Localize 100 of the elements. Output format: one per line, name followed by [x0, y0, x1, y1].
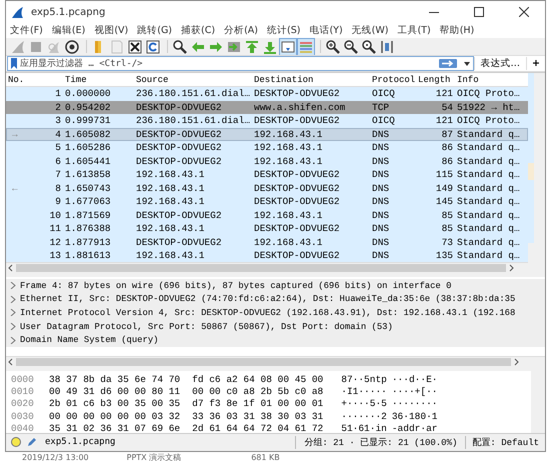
table-cell: 7	[55, 169, 61, 180]
column-header[interactable]: Destination	[252, 74, 370, 84]
menu-item[interactable]: 分析(A)	[224, 24, 258, 37]
search-icon[interactable]	[172, 38, 188, 54]
table-cell-text: DNS	[371, 156, 390, 167]
edit-icon[interactable]	[27, 437, 37, 447]
ascii-bytes: 36·180·1	[392, 410, 438, 422]
table-cell: 10	[50, 210, 61, 221]
profile-label[interactable]: 配置: Default	[465, 436, 545, 448]
column-header[interactable]: Length	[416, 74, 455, 84]
table-cell-text: OICQ Proto…	[456, 88, 521, 100]
up-arrow-icon[interactable]	[244, 38, 260, 54]
table-cell-text: 145	[434, 196, 454, 208]
horizontal-scrollbar[interactable]	[6, 356, 545, 367]
packet-row[interactable]: 3 0.999731 236.180.151.61.dial… DESKTOP-ODVUEG2 OICQ 121 OICQ Proto…	[6, 114, 528, 128]
packet-row[interactable]: 2 0.954202 DESKTOP-ODVUEG2 www.a.shifen.com TCP 54 51922 → ht…	[6, 100, 528, 114]
packet-row[interactable]: ← 8 1.650743 192.168.43.1 DESKTOP-ODVUEG2 DNS 149 Standard q…	[6, 182, 528, 195]
zoom-icon[interactable]	[361, 38, 377, 54]
column-header[interactable]: Time	[64, 74, 134, 84]
table-cell-text: DESKTOP-ODVUEG2	[253, 88, 341, 100]
colorize-icon[interactable]	[298, 38, 314, 54]
menu-item[interactable]: 编辑(E)	[52, 24, 86, 37]
table-cell-text: 1.605441	[64, 156, 112, 167]
menu-item[interactable]: 工具(T)	[397, 24, 431, 37]
ascii-bytes: 51·61·in	[341, 423, 387, 434]
packet-row[interactable]: 13 1.881613 192.168.43.1 DESKTOP-ODVUEG2 DNS 135 Standard q…	[6, 249, 528, 262]
column-header[interactable]: Protocol	[370, 74, 416, 84]
maximize-icon[interactable]	[474, 7, 484, 17]
collapsed-caret-icon[interactable]	[9, 336, 16, 344]
autoscroll-icon[interactable]	[280, 38, 296, 54]
dropdown-caret-icon[interactable]	[464, 62, 470, 66]
menu-item[interactable]: 捕获(C)	[181, 24, 216, 37]
table-cell-text: 236.180.151.61.dial…	[135, 88, 252, 100]
table-cell-text: 73	[440, 236, 454, 248]
packet-row[interactable]: 5 1.605286 DESKTOP-ODVUEG2 192.168.43.1 DNS 86 Standard q…	[6, 141, 528, 154]
close-icon[interactable]	[519, 7, 529, 17]
menu-item[interactable]: 电话(Y)	[309, 24, 343, 37]
collapsed-caret-icon[interactable]	[9, 296, 16, 303]
packet-row[interactable]: 6 1.605441 DESKTOP-ODVUEG2 192.168.43.1 DNS 86 Standard q…	[6, 154, 528, 168]
table-cell-text: Standard q…	[456, 128, 521, 140]
collapsed-caret-icon[interactable]	[9, 323, 16, 330]
filter-field[interactable]: 应用显示过滤器 … <Ctrl-/>	[7, 56, 474, 71]
byte-offset: 0020	[10, 398, 35, 410]
table-cell-text: TCP	[371, 102, 390, 113]
zoom-in-icon[interactable]	[325, 38, 341, 54]
table-cell-text: 0.999731	[64, 115, 112, 126]
hex-bytes: 35 31 02 36 31 07 69 6e	[49, 423, 180, 434]
table-cell-text: 86	[440, 142, 454, 154]
table-cell-text: OICQ	[371, 115, 396, 126]
table-cell-text: 51922 → ht…	[456, 102, 521, 113]
table-cell-text: DESKTOP-ODVUEG2	[135, 128, 223, 140]
resize-columns-icon[interactable]	[379, 38, 395, 54]
table-cell-text: 192.168.43.1	[253, 156, 324, 167]
collapsed-caret-icon[interactable]	[9, 309, 16, 316]
table-cell: 4	[55, 128, 61, 140]
menu-item[interactable]: 帮助(H)	[440, 24, 474, 37]
hex-bytes: 2d 61 64 64 72 04 61 72	[192, 423, 324, 434]
tree-item[interactable]: Domain Name System (query)	[20, 335, 158, 346]
table-cell-text: 192.168.43.1	[253, 142, 324, 154]
menu-item[interactable]: 统计(S)	[266, 24, 300, 37]
bookmark-icon[interactable]	[10, 58, 18, 69]
horizontal-scrollbar[interactable]	[6, 262, 528, 273]
table-cell: 1	[55, 88, 61, 100]
menu-item[interactable]: 无线(W)	[352, 24, 388, 37]
table-cell-text: 149	[434, 182, 454, 194]
table-cell-text: Standard q…	[456, 182, 521, 194]
vertical-scrollbar[interactable]	[531, 371, 545, 433]
reload-icon[interactable]	[145, 38, 161, 54]
column-header[interactable]: No.	[6, 74, 64, 84]
status-file-name: exp5.1.pcapng	[45, 437, 116, 447]
close-file-icon[interactable]	[127, 38, 143, 54]
collapsed-caret-icon[interactable]	[9, 282, 16, 290]
table-cell: 13	[50, 250, 61, 262]
table-cell-text: DESKTOP-ODVUEG2	[135, 102, 223, 113]
column-header[interactable]: Source	[134, 74, 252, 84]
table-cell-text: 121	[434, 88, 454, 100]
hex-bytes: 33 36 03 31 38 30 03 31	[192, 410, 324, 422]
hex-bytes: fd c6 a2 64 08 00 45 00	[192, 374, 324, 385]
table-cell-text: DNS	[371, 196, 390, 208]
table-cell-text: 192.168.43.1	[135, 196, 206, 208]
table-cell-text: DESKTOP-ODVUEG2	[253, 115, 341, 126]
packet-row[interactable]: 12 1.877913 DESKTOP-ODVUEG2 192.168.43.1 DNS 73 Standard q…	[6, 236, 528, 249]
table-cell-text: OICQ	[371, 88, 396, 100]
menu-item[interactable]: 视图(V)	[94, 24, 128, 37]
packet-row[interactable]: → 4 1.605082 DESKTOP-ODVUEG2 192.168.43.1 DNS 87 Standard q…	[6, 128, 528, 141]
column-header[interactable]: Info	[455, 74, 525, 84]
gear-icon[interactable]	[64, 38, 80, 54]
byte-offset: 0030	[10, 410, 35, 422]
packet-row[interactable]: 9 1.677063 192.168.43.1 DESKTOP-ODVUEG2 DNS 145 Standard q…	[6, 195, 528, 208]
table-cell-text: 192.168.43.1	[135, 169, 206, 180]
table-cell: 11	[50, 223, 61, 234]
packet-row[interactable]: 7 1.613858 192.168.43.1 DESKTOP-ODVUEG2 DNS 115 Standard q…	[6, 168, 528, 182]
packet-row[interactable]: 10 1.871569 DESKTOP-ODVUEG2 192.168.43.1 DNS 85 Standard q…	[6, 208, 528, 222]
menu-item[interactable]: 文件(F)	[10, 24, 43, 37]
menu-item[interactable]: 跳转(G)	[137, 24, 172, 37]
table-cell-text: Standard q…	[456, 236, 521, 248]
ascii-bytes: 87··5ntp	[341, 374, 387, 385]
packet-row[interactable]: 11 1.876388 192.168.43.1 DESKTOP-ODVUEG2 DNS 85 Standard q…	[6, 222, 528, 236]
zoom-out-icon[interactable]	[343, 38, 359, 54]
packet-row[interactable]: 1 0.000000 236.180.151.61.dial… DESKTOP-ODVUEG2 OICQ 121 OICQ Proto…	[6, 87, 528, 100]
